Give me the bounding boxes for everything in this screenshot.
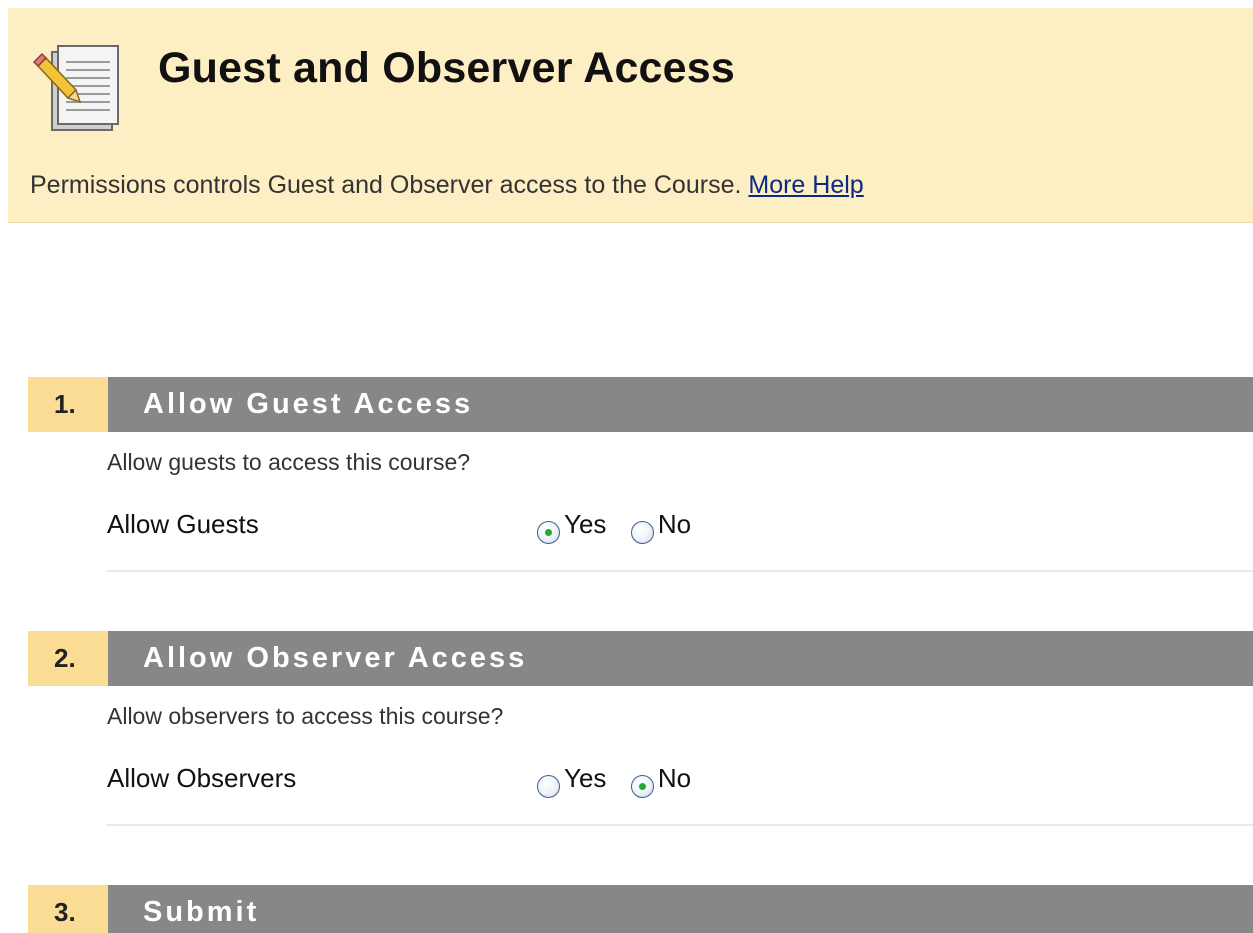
step-allow-guest-access: 1. Allow Guest Access Allow guests to ac…: [28, 377, 1253, 577]
step-submit: 3. Submit: [28, 885, 1253, 933]
allow-guests-radio-group: Yes No: [537, 509, 711, 549]
page-header: Guest and Observer Access Permissions co…: [8, 8, 1253, 223]
allow-observers-radio-group: Yes No: [537, 763, 711, 803]
step-description: Allow observers to access this course?: [107, 703, 504, 729]
step-description: Allow guests to access this course?: [107, 449, 471, 475]
radio-label: Yes: [564, 763, 607, 793]
step-title: Allow Observer Access: [108, 631, 1253, 686]
step-allow-observer-access: 2. Allow Observer Access Allow observers…: [28, 631, 1253, 831]
instructions-text: Permissions controls Guest and Observer …: [30, 171, 742, 199]
step-title: Submit: [108, 885, 1253, 933]
allow-guests-field: Allow Guests Yes No: [107, 505, 1253, 545]
step-header: 3. Submit: [28, 885, 1253, 933]
radio-label: No: [657, 763, 692, 793]
page-title: Guest and Observer Access: [158, 44, 736, 92]
allow-observers-yes-option[interactable]: Yes: [537, 763, 606, 798]
step-title: Allow Guest Access: [108, 377, 1253, 432]
radio-label: Yes: [564, 509, 607, 539]
allow-observers-no-option[interactable]: No: [630, 763, 692, 798]
document-edit-icon: [32, 45, 119, 131]
step-header: 2. Allow Observer Access: [28, 631, 1253, 686]
radio-label: No: [657, 509, 692, 539]
allow-observers-yes-radio[interactable]: [537, 775, 560, 798]
allow-guests-no-option[interactable]: No: [630, 509, 692, 544]
step-number: 3.: [28, 885, 108, 933]
allow-guests-no-radio[interactable]: [630, 521, 654, 544]
allow-guests-yes-option[interactable]: Yes: [537, 509, 606, 544]
section-divider: [107, 824, 1253, 826]
more-help-link[interactable]: More Help: [748, 171, 863, 199]
allow-observers-no-radio[interactable]: [630, 775, 654, 798]
allow-observers-field: Allow Observers Yes No: [107, 759, 1253, 799]
step-number: 1.: [28, 377, 108, 432]
step-number: 2.: [28, 631, 108, 686]
step-header: 1. Allow Guest Access: [28, 377, 1253, 432]
allow-guests-yes-radio[interactable]: [537, 521, 560, 544]
page-instructions: Permissions controls Guest and Observer …: [30, 171, 864, 200]
section-divider: [107, 570, 1253, 572]
field-label: Allow Observers: [107, 763, 297, 793]
field-label: Allow Guests: [107, 509, 259, 539]
